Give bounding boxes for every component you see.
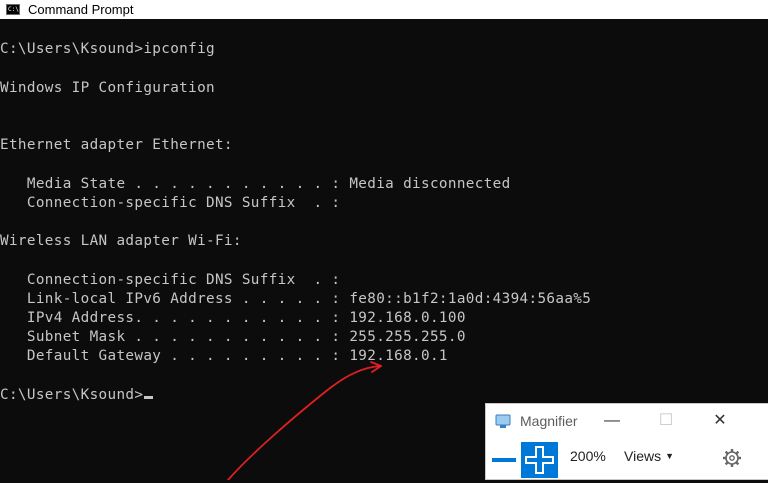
views-dropdown[interactable]: Views ▼	[624, 448, 674, 464]
console-line: Wireless LAN adapter Wi-Fi:	[0, 233, 242, 249]
console-line: Ethernet adapter Ethernet:	[0, 137, 233, 153]
magnifier-title: Magnifier	[520, 413, 578, 429]
console-line: Media State . . . . . . . . . . . : Medi…	[0, 176, 511, 192]
window-titlebar[interactable]: C:\ Command Prompt	[0, 0, 768, 19]
minus-icon	[492, 458, 516, 462]
plus-icon	[525, 446, 554, 474]
minimize-button[interactable]: —	[598, 409, 626, 433]
settings-button[interactable]	[722, 448, 742, 468]
console-prompt: C:\Users\Ksound>	[0, 387, 144, 403]
text-cursor	[144, 396, 154, 399]
views-label: Views	[624, 448, 662, 464]
zoom-level-label: 200%	[570, 448, 606, 464]
magnifier-toolbar: 200% Views ▼	[486, 440, 768, 480]
zoom-in-button[interactable]	[521, 442, 558, 478]
console-line: C:\Users\Ksound>ipconfig	[0, 41, 215, 57]
console-line: IPv4 Address. . . . . . . . . . . : 192.…	[0, 310, 466, 326]
cmd-app-icon: C:\	[6, 4, 20, 15]
zoom-out-button[interactable]	[491, 444, 517, 476]
console-line: Connection-specific DNS Suffix . :	[0, 272, 341, 288]
maximize-button[interactable]: ☐	[652, 409, 680, 433]
close-button[interactable]: ✕	[706, 409, 734, 433]
console-line: Subnet Mask . . . . . . . . . . . : 255.…	[0, 329, 466, 345]
console-line: Link-local IPv6 Address . . . . . : fe80…	[0, 291, 592, 307]
console-line: Windows IP Configuration	[0, 80, 215, 96]
magnifier-app-icon	[495, 414, 513, 429]
magnifier-window[interactable]: Magnifier — ☐ ✕ 200% Views ▼	[485, 403, 768, 480]
chevron-down-icon: ▼	[665, 451, 675, 461]
gear-icon	[723, 449, 741, 467]
window-title: Command Prompt	[28, 2, 134, 17]
console-prompt-line[interactable]: C:\Users\Ksound>	[0, 386, 154, 405]
console-line: Default Gateway . . . . . . . . . : 192.…	[0, 348, 448, 364]
console-line: Connection-specific DNS Suffix . :	[0, 195, 341, 211]
magnifier-titlebar[interactable]: Magnifier — ☐ ✕	[486, 404, 768, 438]
